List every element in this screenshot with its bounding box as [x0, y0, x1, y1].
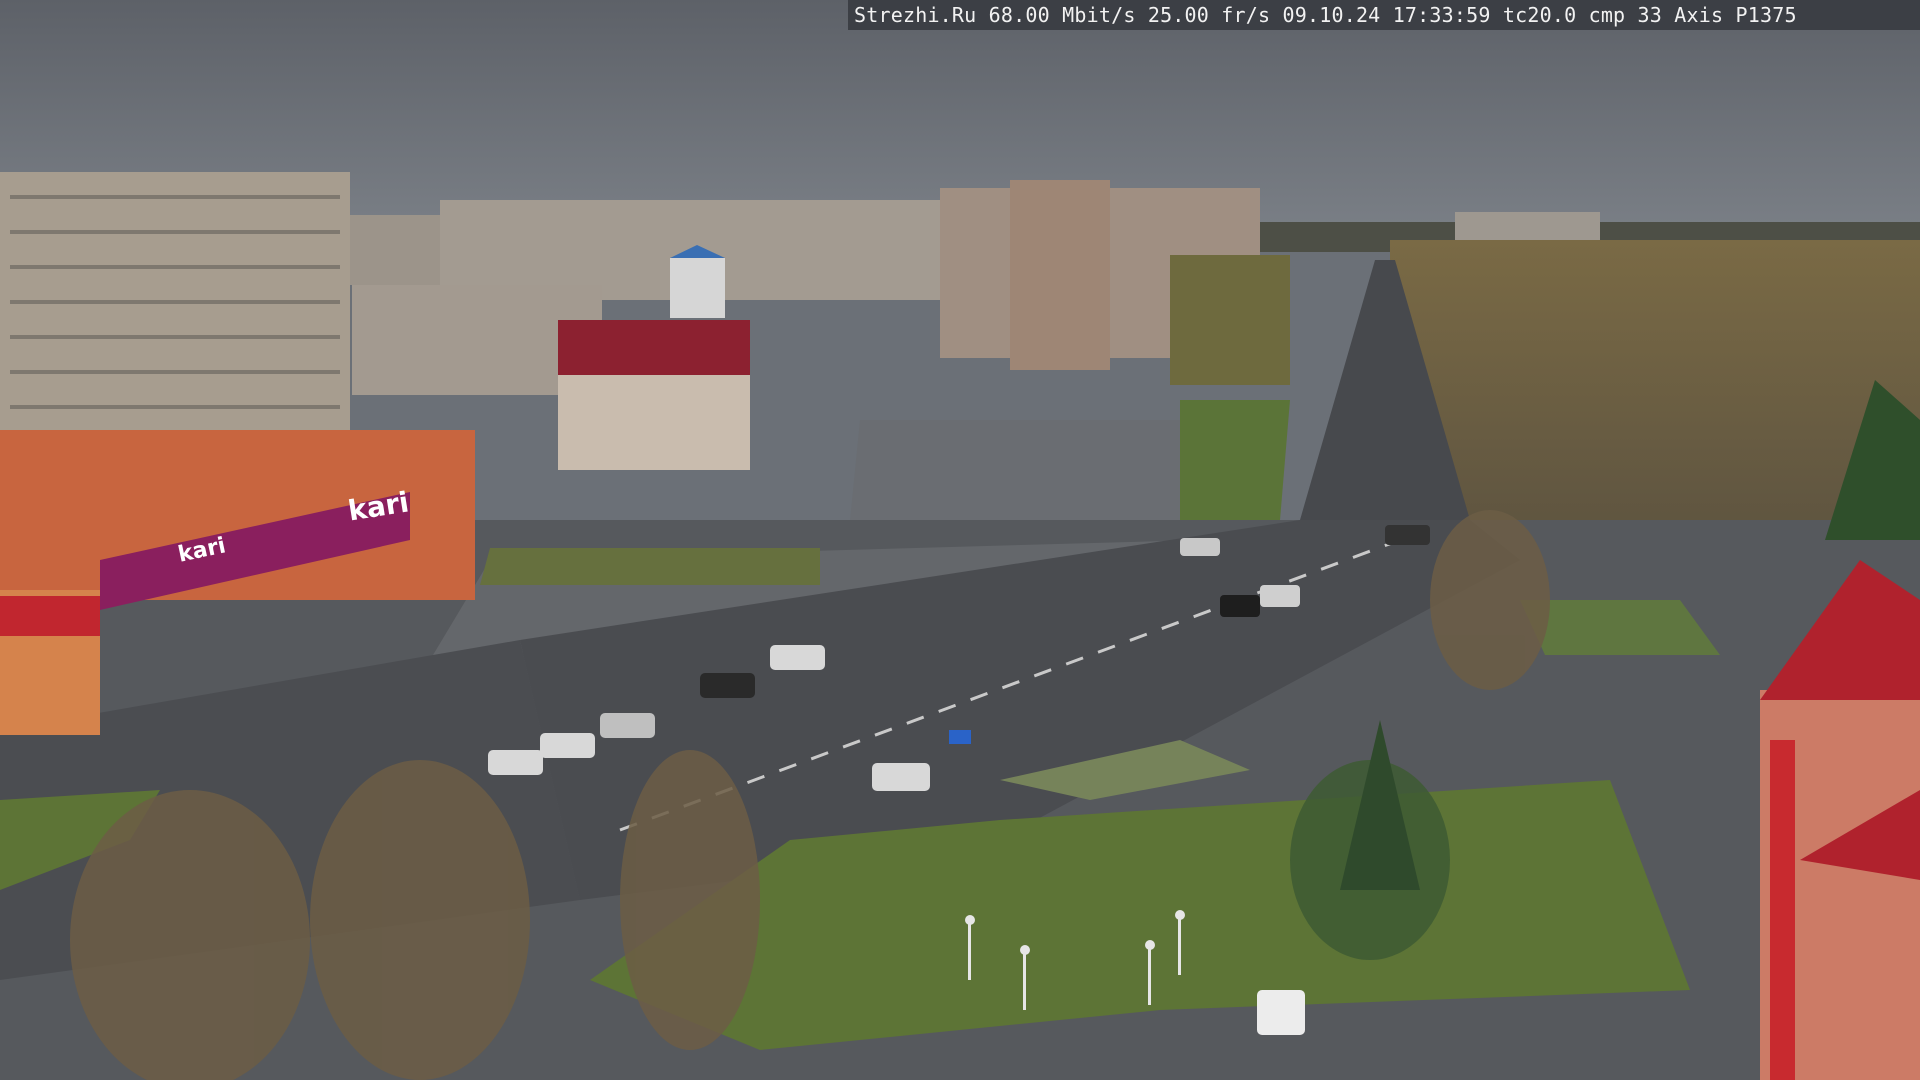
- osd-bitrate: 68.00 Mbit/s: [988, 3, 1136, 27]
- webcam-scene: [0, 0, 1920, 1080]
- white-tower: [670, 258, 725, 318]
- osd-cmp: cmp 33: [1588, 3, 1663, 27]
- osd-site: Strezhi.Ru: [854, 3, 977, 27]
- osd-time: 17:33:59: [1392, 3, 1491, 27]
- camera-osd-overlay: Strezhi.Ru 68.00 Mbit/s 25.00 fr/s 09.10…: [848, 0, 1920, 30]
- parking-sign-icon: [949, 730, 971, 744]
- lawn-plaza: [480, 548, 820, 585]
- osd-date: 09.10.24: [1282, 3, 1381, 27]
- osd-tc: tc20.0: [1502, 3, 1577, 27]
- osd-framerate: 25.00 fr/s: [1147, 3, 1271, 27]
- parking-plaza: [850, 420, 1215, 520]
- osd-camera-model: Axis P1375: [1674, 3, 1797, 27]
